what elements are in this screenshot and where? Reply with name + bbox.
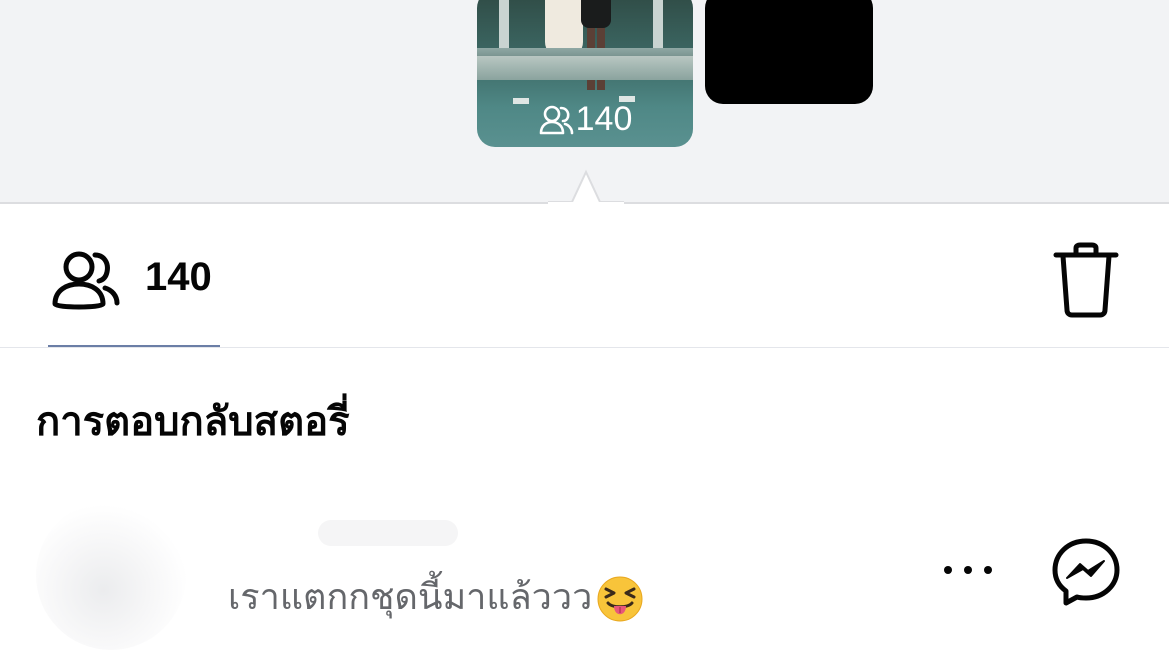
reply-sender-name bbox=[318, 520, 458, 546]
viewers-tab[interactable]: 140 bbox=[48, 204, 220, 347]
story-replies-heading: การตอบกลับสตอรี่ bbox=[36, 399, 350, 445]
thumbnail-viewer-count-text: 140 bbox=[575, 100, 633, 138]
trash-icon[interactable] bbox=[1052, 242, 1120, 318]
viewers-icon bbox=[52, 251, 120, 310]
reply-message-text: เราแตกกชุดนี้มาแล้ววว bbox=[228, 577, 593, 618]
thumbnail-viewer-count: 140 bbox=[477, 100, 693, 139]
squinting-face-with-tongue-icon bbox=[597, 576, 643, 622]
avatar[interactable] bbox=[36, 500, 186, 650]
next-story-thumbnail[interactable] bbox=[705, 0, 873, 104]
viewer-bar: 140 bbox=[0, 204, 1169, 348]
more-icon[interactable] bbox=[940, 556, 996, 584]
photo-detail bbox=[477, 56, 693, 80]
photo-detail bbox=[581, 0, 611, 28]
viewers-count: 140 bbox=[145, 255, 212, 299]
story-thumbnail[interactable]: 140 bbox=[477, 0, 693, 147]
messenger-icon[interactable] bbox=[1050, 536, 1122, 608]
selected-story-pointer bbox=[548, 169, 624, 204]
reply-message: เราแตกกชุดนี้มาแล้ววว bbox=[228, 572, 644, 624]
reply-item[interactable]: เราแตกกชุดนี้มาแล้ววว bbox=[0, 480, 1169, 666]
viewers-icon bbox=[539, 105, 573, 134]
